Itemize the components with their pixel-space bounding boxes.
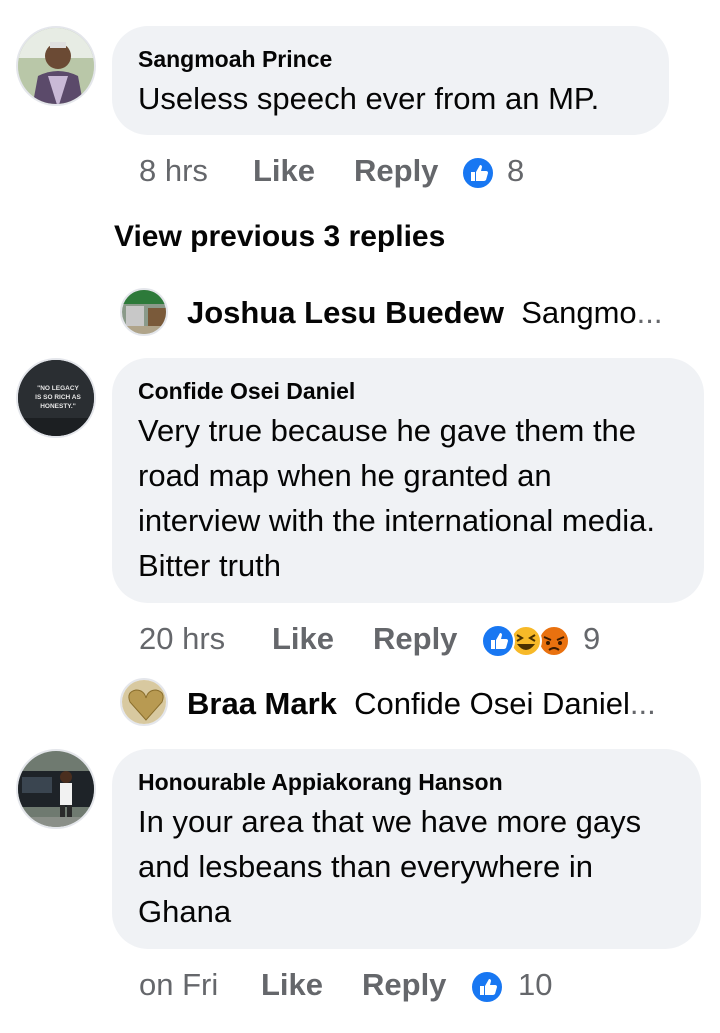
reaction-count[interactable]: 8 xyxy=(507,153,524,189)
svg-text:IS SO RICH AS: IS SO RICH AS xyxy=(35,394,81,401)
like-icon[interactable] xyxy=(470,970,504,1009)
comment-text: In your area that we have more gays and … xyxy=(138,804,642,929)
comment-author[interactable]: Sangmoah Prince xyxy=(138,44,643,74)
avatar-confide-osei-daniel[interactable]: "NO LEGACY IS SO RICH AS HONESTY." xyxy=(16,358,96,438)
reply-button[interactable]: Reply xyxy=(354,153,438,189)
comment-bubble: Confide Osei Daniel Very true because he… xyxy=(112,358,704,603)
reply-button[interactable]: Reply xyxy=(362,967,446,1003)
reply-preview[interactable]: Joshua Lesu Buedew Sangmo... xyxy=(187,295,663,331)
avatar-braa-mark[interactable] xyxy=(120,678,168,726)
comment-bubble: Honourable Appiakorang Hanson In your ar… xyxy=(112,749,701,949)
reply-button[interactable]: Reply xyxy=(373,621,457,657)
like-button[interactable]: Like xyxy=(253,153,315,189)
comment-bubble: Sangmoah Prince Useless speech ever from… xyxy=(112,26,669,135)
comment-time[interactable]: 20 hrs xyxy=(139,621,225,657)
view-previous-replies-link[interactable]: View previous 3 replies xyxy=(114,220,445,254)
comment-text: Very true because he gave them the road … xyxy=(138,413,655,583)
comment-author[interactable]: Confide Osei Daniel xyxy=(138,376,678,406)
quote-image-icon: "NO LEGACY IS SO RICH AS HONESTY." xyxy=(18,360,94,436)
reaction-count[interactable]: 10 xyxy=(518,967,552,1003)
comment-time[interactable]: 8 hrs xyxy=(139,153,208,189)
angry-icon xyxy=(538,625,570,657)
avatar-sangmoah-prince[interactable] xyxy=(16,26,96,106)
svg-text:HONESTY.": HONESTY." xyxy=(40,403,76,410)
person-car-photo-icon xyxy=(18,751,94,827)
like-icon[interactable] xyxy=(461,156,495,195)
avatar-joshua-lesu-buedew[interactable] xyxy=(120,288,168,336)
avatar-honourable-appiakorang-hanson[interactable] xyxy=(16,749,96,829)
like-icon xyxy=(481,624,515,658)
svg-text:"NO LEGACY: "NO LEGACY xyxy=(37,385,79,392)
person-photo-icon xyxy=(18,28,94,104)
ellipsis: ... xyxy=(629,686,656,721)
like-button[interactable]: Like xyxy=(261,967,323,1003)
comment-time[interactable]: on Fri xyxy=(139,967,218,1003)
haha-icon xyxy=(510,625,542,657)
reactions-group[interactable] xyxy=(480,623,572,659)
reaction-count[interactable]: 9 xyxy=(583,621,600,657)
reply-preview[interactable]: Braa Mark Confide Osei Daniel... xyxy=(187,686,656,722)
gold-heart-icon xyxy=(122,680,166,724)
reply-snippet: Confide Osei Daniel xyxy=(354,686,630,721)
shop-photo-icon xyxy=(122,290,166,334)
reply-author[interactable]: Braa Mark xyxy=(187,686,337,721)
ellipsis: ... xyxy=(636,295,663,330)
comment-author[interactable]: Honourable Appiakorang Hanson xyxy=(138,767,675,797)
reply-snippet: Sangmo xyxy=(521,295,637,330)
comment-text: Useless speech ever from an MP. xyxy=(138,81,600,116)
like-button[interactable]: Like xyxy=(272,621,334,657)
reply-author[interactable]: Joshua Lesu Buedew xyxy=(187,295,504,330)
